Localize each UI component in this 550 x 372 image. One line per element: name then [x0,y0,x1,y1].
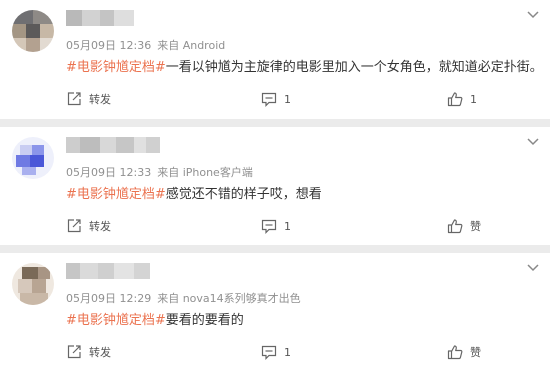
comment-button[interactable]: 1 [261,217,291,235]
comment-icon [261,345,277,360]
comment-source: 来自 nova14系列够真才出色 [157,292,301,305]
username-redacted[interactable] [66,10,134,26]
comment-time: 05月09日 12:29 [66,292,152,305]
comment-button[interactable]: 1 [261,343,291,361]
like-button[interactable]: 赞 [447,343,481,361]
comment-feed: 05月09日 12:36 来自 Android #电影钟馗定档#一看以钟馗为主旋律… [0,0,550,372]
comment-actions: 转发 1 1 [0,90,550,108]
comment-count: 1 [284,92,291,106]
comment-card: 05月09日 12:29 来自 nova14系列够真才出色 #电影钟馗定档#要看的… [0,253,550,372]
repost-label: 转发 [89,220,111,233]
repost-icon [66,91,82,107]
comment-source: 来自 iPhone客户端 [157,166,253,179]
repost-button[interactable]: 转发 [66,217,111,235]
hashtag-link[interactable]: #电影钟馗定档# [66,313,166,328]
comment-time: 05月09日 12:33 [66,166,152,179]
comment-time: 05月09日 12:36 [66,39,152,52]
comment-meta: 05月09日 12:33 来自 iPhone客户端 [66,164,253,180]
repost-label: 转发 [89,93,111,106]
repost-label: 转发 [89,346,111,359]
comment-actions: 转发 1 赞 [0,343,550,361]
comment-count: 1 [284,345,291,359]
comment-content: #电影钟馗定档#一看以钟馗为主旋律的电影里加入一个女角色，就知道必定扑街。 [66,56,543,75]
username-redacted[interactable] [66,137,160,153]
like-button[interactable]: 赞 [447,217,481,235]
like-count: 赞 [470,220,481,233]
like-count: 1 [470,92,477,106]
comment-icon [261,219,277,234]
comment-source: 来自 Android [157,39,226,52]
comment-text: 要看的要看的 [165,313,244,328]
comment-content: #电影钟馗定档#要看的要看的 [66,309,244,328]
comment-content: #电影钟馗定档#感觉还不错的样子哎，想看 [66,183,322,202]
comment-actions: 转发 1 赞 [0,217,550,235]
like-button[interactable]: 1 [447,90,477,108]
chevron-down-icon[interactable] [526,135,540,149]
thumbs-up-icon [447,91,463,107]
repost-icon [66,218,82,234]
like-count: 赞 [470,346,481,359]
chevron-down-icon[interactable] [526,8,540,22]
avatar[interactable] [12,10,54,52]
repost-button[interactable]: 转发 [66,90,111,108]
hashtag-link[interactable]: #电影钟馗定档# [66,187,166,202]
repost-icon [66,344,82,360]
thumbs-up-icon [447,218,463,234]
thumbs-up-icon [447,344,463,360]
repost-button[interactable]: 转发 [66,343,111,361]
comment-text: 感觉还不错的样子哎，想看 [165,187,322,202]
hashtag-link[interactable]: #电影钟馗定档# [66,60,166,75]
comment-meta: 05月09日 12:29 来自 nova14系列够真才出色 [66,290,301,306]
comment-count: 1 [284,219,291,233]
comment-icon [261,92,277,107]
chevron-down-icon[interactable] [526,261,540,275]
comment-card: 05月09日 12:36 来自 Android #电影钟馗定档#一看以钟馗为主旋律… [0,0,550,119]
comment-button[interactable]: 1 [261,90,291,108]
username-redacted[interactable] [66,263,150,279]
comment-meta: 05月09日 12:36 来自 Android [66,37,225,53]
avatar[interactable] [12,263,54,305]
comment-text: 一看以钟馗为主旋律的电影里加入一个女角色，就知道必定扑街。 [165,60,543,75]
comment-card: 05月09日 12:33 来自 iPhone客户端 #电影钟馗定档#感觉还不错的样… [0,127,550,245]
avatar[interactable] [12,137,54,179]
